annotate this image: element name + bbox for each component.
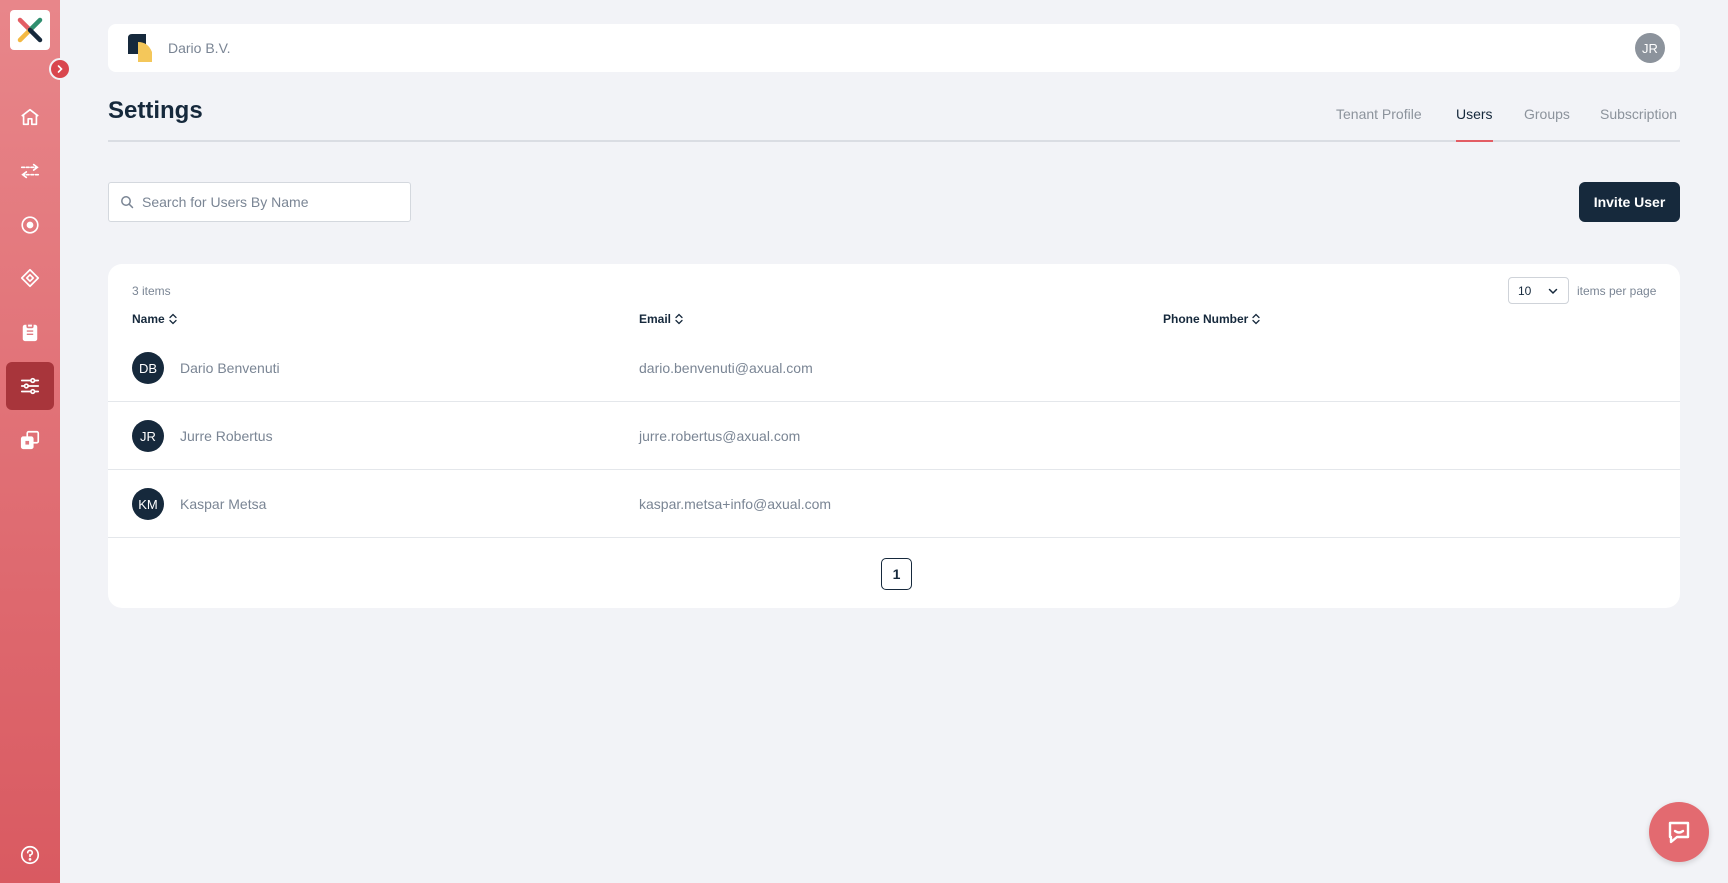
sidebar-item-settings[interactable]: [6, 362, 54, 410]
sidebar-item-help[interactable]: [6, 831, 54, 879]
search-box: [108, 182, 411, 222]
column-header-email-label: Email: [639, 312, 672, 326]
tenant-name[interactable]: Dario B.V.: [168, 40, 231, 56]
chevron-down-icon: [1548, 288, 1558, 294]
invite-user-button[interactable]: Invite User: [1579, 182, 1680, 222]
table-row[interactable]: JR Jurre Robertus jurre.robertus@axual.c…: [108, 402, 1680, 470]
sort-icon: [169, 313, 177, 325]
search-icon: [121, 196, 134, 209]
target-icon: [21, 216, 39, 234]
avatar: DB: [132, 352, 164, 384]
per-page-select[interactable]: 10: [1508, 277, 1569, 304]
tenant-logo-icon: [128, 34, 152, 62]
chat-support-button[interactable]: [1649, 802, 1709, 862]
per-page-label: items per page: [1577, 284, 1657, 298]
avatar: KM: [132, 488, 164, 520]
column-header-phone[interactable]: Phone Number: [1163, 312, 1261, 326]
tab-users[interactable]: Users: [1456, 106, 1493, 142]
search-input[interactable]: [142, 194, 402, 210]
sidebar: [0, 0, 71, 883]
clipboard-icon: [22, 322, 38, 342]
chevron-right-icon: [57, 65, 63, 73]
user-email: jurre.robertus@axual.com: [639, 428, 801, 444]
sliders-icon: [20, 377, 40, 395]
user-name: Dario Benvenuti: [180, 360, 280, 376]
diamond-icon: [20, 268, 40, 288]
sidebar-item-reports[interactable]: [6, 308, 54, 356]
user-name: Kaspar Metsa: [180, 496, 267, 512]
column-header-email[interactable]: Email: [639, 312, 684, 326]
avatar: JR: [132, 420, 164, 452]
sidebar-item-topics[interactable]: [6, 201, 54, 249]
home-icon: [21, 108, 39, 126]
column-header-phone-label: Phone Number: [1163, 312, 1249, 326]
sidebar-item-applications[interactable]: [6, 254, 54, 302]
column-header-name[interactable]: Name: [132, 312, 178, 326]
table-row[interactable]: DB Dario Benvenuti dario.benvenuti@axual…: [108, 334, 1680, 402]
tabs-divider: [108, 140, 1680, 142]
user-email: dario.benvenuti@axual.com: [639, 360, 813, 376]
column-header-name-label: Name: [132, 312, 165, 326]
sort-icon: [1252, 313, 1260, 325]
sidebar-item-environments[interactable]: [6, 416, 54, 464]
users-table-card: 3 items 10 items per page Name Email Pho…: [108, 264, 1680, 608]
tab-groups[interactable]: Groups: [1524, 106, 1570, 142]
table-row[interactable]: KM Kaspar Metsa kaspar.metsa+info@axual.…: [108, 470, 1680, 538]
sidebar-item-home[interactable]: [6, 93, 54, 141]
tab-tenant-profile[interactable]: Tenant Profile: [1336, 106, 1422, 142]
arrows-exchange-icon: [20, 163, 40, 179]
pagination-page-button[interactable]: 1: [881, 558, 912, 590]
copy-icon: [20, 430, 40, 450]
user-avatar[interactable]: JR: [1635, 33, 1665, 63]
sort-icon: [675, 313, 683, 325]
sidebar-item-streams[interactable]: [6, 147, 54, 195]
app-logo[interactable]: [10, 10, 50, 50]
items-count: 3 items: [132, 284, 171, 298]
top-bar: Dario B.V. JR: [108, 24, 1680, 72]
help-icon: [20, 845, 40, 865]
user-name: Jurre Robertus: [180, 428, 273, 444]
page-title: Settings: [108, 97, 203, 124]
sidebar-expand-button[interactable]: [49, 58, 71, 80]
tab-subscription[interactable]: Subscription: [1600, 106, 1677, 142]
user-email: kaspar.metsa+info@axual.com: [639, 496, 832, 512]
per-page-value: 10: [1518, 283, 1532, 298]
axual-logo-icon: [17, 17, 43, 43]
chat-bubble-icon: [1668, 821, 1690, 844]
